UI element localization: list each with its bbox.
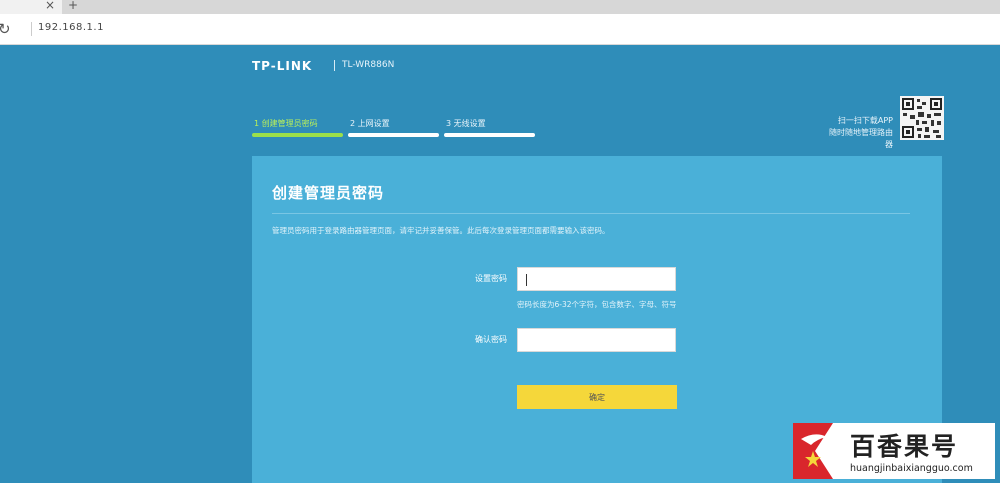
step-internet-settings: 2 上网设置 [348, 118, 439, 137]
step-label: 1 创建管理员密码 [254, 119, 318, 128]
page-title: 创建管理员密码 [272, 184, 385, 202]
url-field[interactable]: 192.168.1.1 [38, 22, 104, 33]
step-label: 2 上网设置 [350, 119, 390, 128]
password-input[interactable] [517, 267, 676, 291]
password-hint: 密码长度为6-32个字符，包含数字、字母、符号 [517, 300, 677, 309]
qr-caption-line2: 随时随地管理路由器 [829, 128, 893, 149]
watermark-url: huangjinbaixiangguo.com [850, 463, 973, 474]
brand-logo: TP-LINK [252, 59, 313, 73]
card-description: 管理员密码用于登录路由器管理页面，请牢记并妥善保管。此后每次登录管理页面都需要输… [272, 226, 610, 235]
watermark-name: 百香果号 [850, 432, 959, 461]
qr-caption: 扫一扫下载APP 随时随地管理路由器 [825, 115, 893, 151]
step-wireless-settings: 3 无线设置 [444, 118, 535, 137]
qr-code-icon [900, 96, 944, 140]
watermark: 百香果号 huangjinbaixiangguo.com [793, 423, 995, 479]
confirm-button[interactable]: 确定 [517, 385, 677, 409]
brand-separator [334, 60, 335, 71]
text-caret [526, 274, 527, 286]
step-progress-bar [444, 133, 535, 137]
address-separator [31, 22, 32, 36]
reload-icon[interactable]: ↻ [0, 20, 11, 38]
step-label: 3 无线设置 [446, 119, 486, 128]
browser-tab[interactable]: × [0, 0, 62, 14]
confirm-password-label: 确认密码 [475, 335, 507, 344]
new-tab-icon[interactable]: + [68, 0, 78, 12]
card-divider [272, 213, 910, 214]
qr-caption-line1: 扫一扫下载APP [837, 116, 893, 125]
address-bar: ↻ 192.168.1.1 [0, 14, 1000, 45]
step-progress-bar [252, 133, 343, 137]
browser-tab-strip: × + [0, 0, 1000, 14]
confirm-password-input[interactable] [517, 328, 676, 352]
model-name: TL-WR886N [342, 60, 395, 70]
watermark-logo-icon [793, 423, 845, 479]
password-label: 设置密码 [475, 274, 507, 283]
step-create-password: 1 创建管理员密码 [252, 118, 343, 137]
router-setup-page: TP-LINK TL-WR886N 1 创建管理员密码 2 上网设置 3 无线设… [0, 45, 1000, 483]
close-tab-icon[interactable]: × [45, 0, 55, 12]
step-progress-bar [348, 133, 439, 137]
